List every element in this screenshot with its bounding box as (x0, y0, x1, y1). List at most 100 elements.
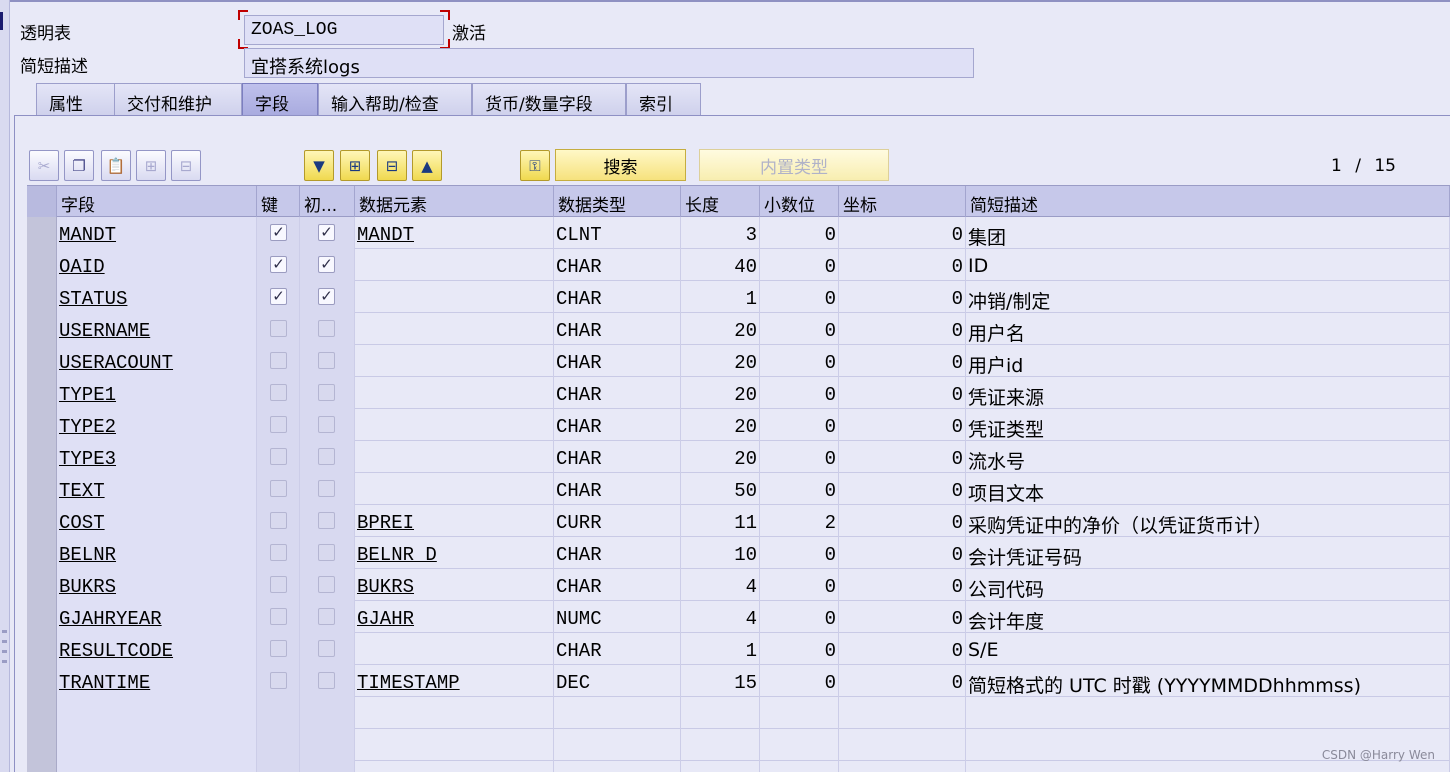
coordinate-cell[interactable]: 0 (839, 409, 966, 441)
field-name-cell[interactable]: RESULTCODE (57, 633, 257, 665)
decimals-cell[interactable] (760, 761, 839, 772)
initial-value-checkbox[interactable] (318, 384, 335, 401)
coordinate-cell[interactable]: 0 (839, 313, 966, 345)
row-selector[interactable] (27, 537, 57, 569)
tab-input-help[interactable]: 输入帮助/检查 (318, 83, 472, 115)
decimals-cell[interactable] (760, 729, 839, 761)
field-name-cell-text[interactable]: MANDT (59, 224, 116, 246)
resize-grip[interactable] (2, 650, 7, 653)
row-selector[interactable] (27, 313, 57, 345)
decimals-cell[interactable]: 0 (760, 633, 839, 665)
field-name-cell[interactable] (57, 697, 257, 729)
col-coordinate[interactable]: 坐标 (839, 186, 966, 217)
decimals-cell[interactable]: 0 (760, 569, 839, 601)
data-element-cell-text[interactable]: MANDT (357, 224, 414, 246)
table-row[interactable]: USERNAME CHAR 20 0 0 用户名 (27, 313, 1450, 345)
collapse-icon[interactable]: ⊟ (377, 150, 407, 181)
move-down-icon[interactable]: ▼ (304, 150, 334, 181)
coordinate-cell[interactable]: 0 (839, 345, 966, 377)
data-type-cell[interactable]: CHAR (554, 633, 681, 665)
data-type-cell[interactable]: NUMC (554, 601, 681, 633)
row-selector[interactable] (27, 281, 57, 313)
tab-attributes[interactable]: 属性 (36, 83, 116, 115)
table-row[interactable]: COST BPREI CURR 11 2 0 采购凭证中的净价（以凭证货币计） (27, 505, 1450, 537)
length-cell[interactable]: 10 (681, 537, 760, 569)
length-cell[interactable]: 11 (681, 505, 760, 537)
key-checkbox[interactable] (270, 480, 287, 497)
data-element-cell[interactable] (355, 697, 554, 729)
key-checkbox[interactable] (270, 608, 287, 625)
length-cell[interactable]: 15 (681, 665, 760, 697)
data-type-cell[interactable]: CHAR (554, 281, 681, 313)
data-type-cell[interactable]: CHAR (554, 537, 681, 569)
initial-value-checkbox[interactable] (318, 416, 335, 433)
row-selector[interactable] (27, 345, 57, 377)
data-element-cell[interactable] (355, 345, 554, 377)
length-cell[interactable]: 50 (681, 473, 760, 505)
col-short-desc[interactable]: 简短描述 (966, 186, 1450, 217)
decimals-cell[interactable]: 0 (760, 313, 839, 345)
field-name-cell[interactable]: TYPE3 (57, 441, 257, 473)
initial-value-checkbox[interactable] (318, 576, 335, 593)
length-cell[interactable] (681, 729, 760, 761)
col-key[interactable]: 键 (257, 186, 300, 217)
key-checkbox[interactable] (270, 544, 287, 561)
tab-indexes[interactable]: 索引 (626, 83, 701, 115)
field-name-cell[interactable]: TYPE1 (57, 377, 257, 409)
row-selector[interactable] (27, 697, 57, 729)
data-element-cell-text[interactable]: GJAHR (357, 608, 414, 630)
data-element-cell[interactable] (355, 729, 554, 761)
coordinate-cell[interactable]: 0 (839, 601, 966, 633)
coordinate-cell[interactable] (839, 761, 966, 772)
length-cell[interactable]: 1 (681, 281, 760, 313)
decimals-cell[interactable] (760, 697, 839, 729)
tab-fields[interactable]: 字段 (242, 83, 318, 115)
move-up-icon[interactable]: ▲ (412, 150, 442, 181)
cut-icon[interactable]: ✂ (29, 150, 59, 181)
data-type-cell[interactable]: CHAR (554, 345, 681, 377)
length-cell[interactable] (681, 761, 760, 772)
row-selector[interactable] (27, 409, 57, 441)
length-cell[interactable]: 20 (681, 345, 760, 377)
data-type-cell[interactable]: DEC (554, 665, 681, 697)
row-selector[interactable] (27, 249, 57, 281)
data-element-cell[interactable]: GJAHR (355, 601, 554, 633)
delete-row-icon[interactable]: ⊟ (171, 150, 201, 181)
data-type-cell[interactable]: CLNT (554, 217, 681, 249)
decimals-cell[interactable]: 0 (760, 217, 839, 249)
data-type-cell[interactable]: CHAR (554, 441, 681, 473)
data-type-cell[interactable]: CHAR (554, 473, 681, 505)
table-row[interactable]: OAID ✓ ✓ CHAR 40 0 0 ID (27, 249, 1450, 281)
decimals-cell[interactable]: 0 (760, 601, 839, 633)
length-cell[interactable]: 4 (681, 569, 760, 601)
data-type-cell[interactable] (554, 761, 681, 772)
resize-grip[interactable] (2, 640, 7, 643)
field-name-cell-text[interactable]: TRANTIME (59, 672, 150, 694)
key-checkbox[interactable]: ✓ (270, 288, 287, 305)
field-name-cell-text[interactable]: STATUS (59, 288, 127, 310)
field-name-cell-text[interactable]: COST (59, 512, 105, 534)
length-cell[interactable] (681, 697, 760, 729)
paste-icon[interactable]: 📋 (101, 150, 131, 181)
field-name-cell[interactable]: TEXT (57, 473, 257, 505)
length-cell[interactable]: 20 (681, 409, 760, 441)
key-checkbox[interactable]: ✓ (270, 224, 287, 241)
data-type-cell[interactable] (554, 729, 681, 761)
initial-value-checkbox[interactable] (318, 544, 335, 561)
table-row[interactable]: GJAHRYEAR GJAHR NUMC 4 0 0 会计年度 (27, 601, 1450, 633)
field-name-cell[interactable]: BELNR (57, 537, 257, 569)
length-cell[interactable]: 20 (681, 441, 760, 473)
row-selector[interactable] (27, 729, 57, 761)
empty-table-row[interactable] (27, 697, 1450, 729)
key-checkbox[interactable] (270, 672, 287, 689)
data-element-cell[interactable] (355, 249, 554, 281)
coordinate-cell[interactable] (839, 697, 966, 729)
data-element-cell[interactable]: MANDT (355, 217, 554, 249)
key-checkbox[interactable] (270, 576, 287, 593)
data-element-cell[interactable] (355, 313, 554, 345)
coordinate-cell[interactable]: 0 (839, 473, 966, 505)
data-type-cell[interactable]: CURR (554, 505, 681, 537)
col-init[interactable]: 初... (300, 186, 355, 217)
row-selector[interactable] (27, 377, 57, 409)
col-decimals[interactable]: 小数位 (760, 186, 839, 217)
